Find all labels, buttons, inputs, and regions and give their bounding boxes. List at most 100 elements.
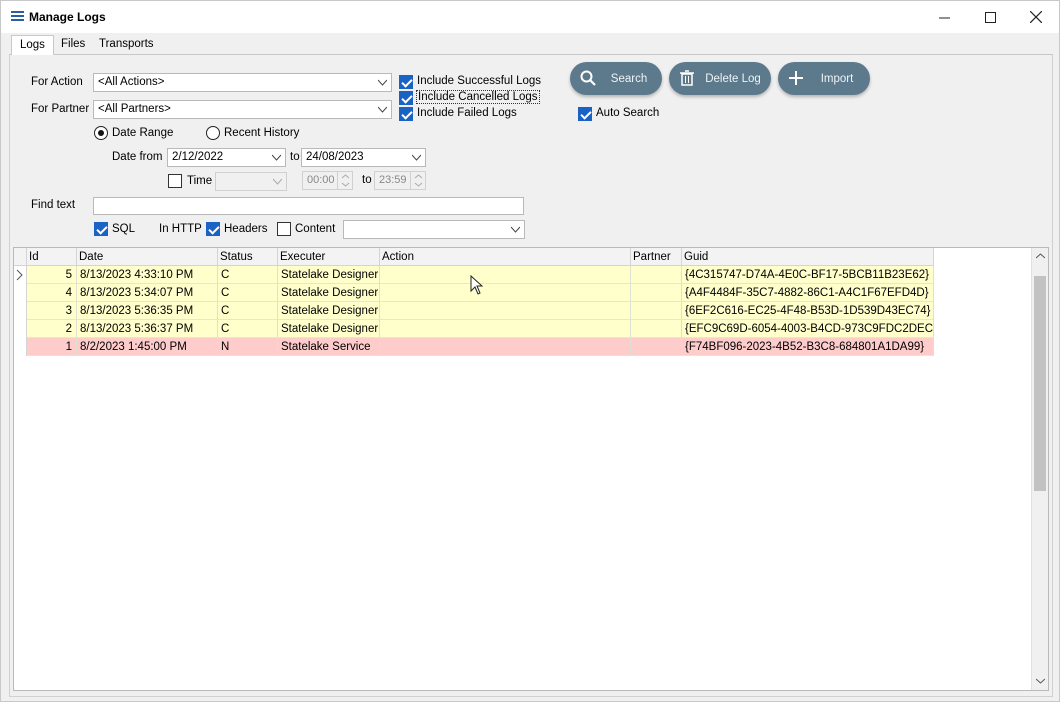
row-indicator[interactable] [14,302,27,320]
row-indicator[interactable] [14,284,27,302]
column-header-id[interactable]: Id [27,248,77,266]
cell-id: 4 [27,284,77,302]
close-button[interactable] [1013,1,1059,33]
spin-arrows-icon [341,174,350,187]
scroll-up-button[interactable] [1032,248,1048,265]
cell-date: 8/13/2023 4:33:10 PM [77,266,218,284]
date-to-picker[interactable]: 24/08/2023 [301,148,426,167]
logs-grid[interactable]: Id Date Status Executer Action Partner G… [13,247,1049,691]
current-row-arrow-icon [16,269,23,281]
time-label: Time [187,175,213,187]
include-successful-checkbox[interactable] [399,75,413,89]
cell-status: C [218,284,278,302]
date-from-picker[interactable]: 2/12/2022 [167,148,286,167]
column-header-partner[interactable]: Partner [631,248,682,266]
auto-search-label: Auto Search [596,107,660,119]
cell-status: N [218,338,278,356]
search-button[interactable]: Search [570,62,662,95]
time-to-stepper[interactable]: 23:59 [374,171,426,190]
cell-status: C [218,266,278,284]
menu-lines-icon [11,11,24,22]
row-indicator[interactable] [14,320,27,338]
cell-executer: Statelake Service [278,338,380,356]
include-successful-label: Include Successful Logs [417,75,542,87]
scrollbar-thumb[interactable] [1034,276,1046,491]
cell-status: C [218,302,278,320]
spin-arrows-icon [414,174,423,187]
cell-id: 5 [27,266,77,284]
headers-checkbox[interactable] [206,222,220,236]
cell-date: 8/13/2023 5:36:35 PM [77,302,218,320]
table-row[interactable]: 3 8/13/2023 5:36:35 PM C Statelake Designer… [14,302,934,320]
cell-date: 8/13/2023 5:34:07 PM [77,284,218,302]
column-header-executer[interactable]: Executer [278,248,380,266]
tab-files[interactable]: Files [53,35,93,55]
cell-partner [631,320,682,338]
cell-date: 8/2/2023 1:45:00 PM [77,338,218,356]
date-range-label: Date Range [112,127,174,139]
chevron-down-icon [378,79,387,86]
table-row[interactable]: 2 8/13/2023 5:36:37 PM C Statelake Designer… [14,320,934,338]
time-to-label: to [362,174,372,186]
column-header-action[interactable]: Action [380,248,631,266]
cell-action [380,284,631,302]
include-failed-label: Include Failed Logs [417,107,517,119]
include-cancelled-label: Include Cancelled Logs [416,90,540,104]
include-failed-checkbox[interactable] [399,107,413,121]
title-bar[interactable]: Manage Logs [1,1,1059,33]
table-row[interactable]: 1 8/2/2023 1:45:00 PM N Statelake Service {F… [14,338,934,356]
for-action-select[interactable]: <All Actions> [93,73,392,92]
cell-guid: {EFC9C69D-6054-4003-B4CD-973C9FDC2DEC} [682,320,934,338]
cell-status: C [218,320,278,338]
row-indicator[interactable] [14,338,27,356]
tab-logs[interactable]: Logs [11,35,54,56]
cell-action [380,266,631,284]
scroll-down-button[interactable] [1032,673,1048,690]
time-checkbox[interactable] [168,174,182,188]
time-from-stepper[interactable]: 00:00 [302,171,353,190]
cell-date: 8/13/2023 5:36:37 PM [77,320,218,338]
time-mode-select[interactable] [215,172,287,191]
cell-executer: Statelake Designer [278,284,380,302]
tab-transports[interactable]: Transports [91,35,162,55]
column-header-status[interactable]: Status [218,248,278,266]
sql-checkbox[interactable] [94,222,108,236]
find-text-input[interactable] [93,197,524,215]
find-text-label: Find text [31,199,76,211]
recent-history-radio[interactable] [206,126,220,140]
time-from-value: 00:00 [307,174,335,186]
minimize-button[interactable] [921,1,967,33]
for-action-value: <All Actions> [98,76,165,88]
import-button[interactable]: Import [778,62,870,95]
in-http-label: In HTTP [159,223,202,235]
search-button-label: Search [610,72,648,85]
cell-id: 1 [27,338,77,356]
vertical-scrollbar[interactable] [1031,248,1048,690]
time-from-spin-buttons[interactable] [337,172,352,189]
cell-guid: {F74BF096-2023-4B52-B3C8-684801A1DA99} [682,338,934,356]
cell-guid: {6EF2C616-EC25-4F48-B53D-1D539D43EC74} [682,302,934,320]
tab-bar: Logs Files Transports [9,35,1053,56]
cell-executer: Statelake Designer [278,266,380,284]
delete-log-button[interactable]: Delete Log [669,62,771,95]
date-from-value: 2/12/2022 [172,151,224,163]
column-header-date[interactable]: Date [77,248,218,266]
maximize-button[interactable] [967,1,1013,33]
include-cancelled-checkbox[interactable] [399,91,413,105]
recent-history-label: Recent History [224,127,300,139]
cell-id: 3 [27,302,77,320]
delete-log-button-label: Delete Log [705,72,761,85]
date-range-radio[interactable] [94,126,108,140]
for-partner-select[interactable]: <All Partners> [93,100,392,119]
content-type-select[interactable] [343,220,525,239]
cell-id: 2 [27,320,77,338]
content-label: Content [295,223,336,235]
import-button-label: Import [820,72,854,85]
column-header-guid[interactable]: Guid [682,248,934,266]
minimize-icon [938,17,950,18]
for-partner-value: <All Partners> [98,103,171,115]
time-to-spin-buttons[interactable] [410,172,425,189]
auto-search-checkbox[interactable] [578,107,592,121]
content-checkbox[interactable] [277,222,291,236]
manage-logs-window: Manage Logs Logs Files Transports For Ac… [0,0,1060,702]
